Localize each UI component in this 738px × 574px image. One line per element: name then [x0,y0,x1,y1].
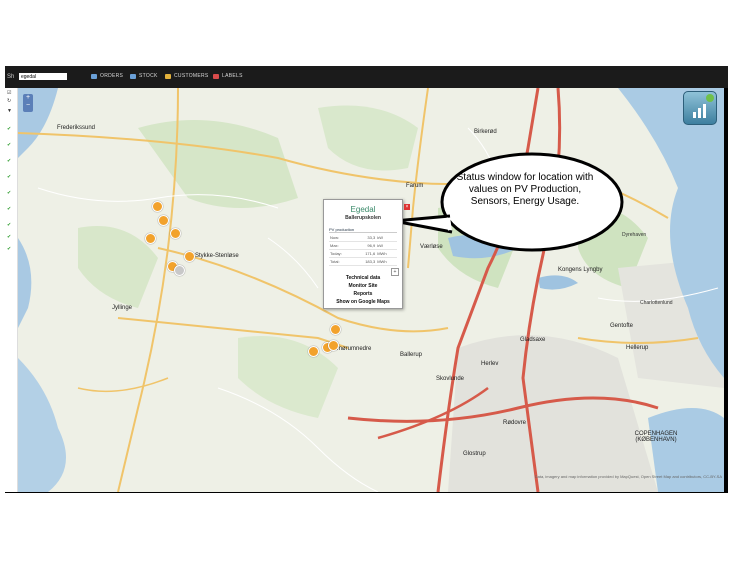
table-row: Today: 171,6 MWh [329,249,397,258]
popup-section-title: PV production [329,227,397,233]
place-label: Hellerup [626,345,649,351]
row-unit: kW [376,234,397,242]
chevron-down-icon[interactable]: ▼ [7,108,12,114]
table-row: Total: 183,3 MWh [329,257,397,266]
place-label: Frederikssund [57,125,96,131]
link-monitor-site[interactable]: Monitor Site [324,283,402,289]
site-marker[interactable] [330,324,341,335]
search-input[interactable] [19,73,67,80]
customers-icon [165,73,171,79]
zoom-out-icon[interactable]: − [23,102,33,110]
refresh-icon[interactable]: ↻ [7,98,11,104]
site-marker[interactable] [158,215,169,226]
site-marker[interactable] [170,228,181,239]
place-label: Charlottenlund [640,300,673,306]
search-label: Sh [7,74,15,80]
place-label: Herlev [481,361,499,367]
close-icon[interactable]: × [404,204,410,210]
row-label: Today: [329,249,355,258]
pv-values-table: Now: 33,3 kW Max: 96,9 kW Today: 171,6 M… [329,234,397,266]
nav-labels-label: LABELS [222,73,243,79]
place-label: Kongens Lyngby [558,267,603,273]
checkbox-icon[interactable]: ☑ [7,90,11,96]
link-technical-data[interactable]: Technical data [324,275,402,281]
site-marker[interactable] [174,265,185,276]
table-row: Max: 96,9 kW [329,241,397,250]
reports-app-icon[interactable] [683,91,717,125]
stock-icon [130,73,136,79]
place-label: Farum [406,183,424,189]
row-value: 96,9 [354,241,377,250]
row-unit: MWh [376,249,397,258]
link-show-on-google-maps[interactable]: Show on Google Maps [324,299,402,305]
place-label: Birkerød [474,129,497,135]
callout-text: Status window for location with values o… [456,172,594,207]
nav-orders[interactable]: ORDERS [91,73,123,79]
row-unit: MWh [376,257,397,266]
nav-stock[interactable]: STOCK [130,73,158,79]
place-label: Stykke-Stenløse [195,253,239,259]
row-value: 171,6 [354,249,377,258]
row-label: Max: [329,241,355,250]
status-dot [706,94,714,102]
place-label: Gentofte [610,323,634,329]
row-label: Total: [329,257,355,266]
place-label: Skovlunde [436,376,465,382]
check-icon: ✔ [7,142,12,148]
link-reports[interactable]: Reports [324,291,402,297]
top-toolbar: Sh ORDERS STOCK CUSTOMERS LABELS [5,66,728,88]
place-label: Glostrup [463,451,486,457]
popup-title: Egedal [350,205,376,214]
nav-customers[interactable]: CUSTOMERS [165,73,209,79]
bar-chart-icon [693,112,696,118]
place-label: Gladsaxe [520,337,546,343]
site-marker[interactable] [308,346,319,357]
check-icon: ✔ [7,158,12,164]
nav-customers-label: CUSTOMERS [174,73,209,79]
map-attribution: Data, imagery and map information provid… [534,474,722,479]
popup-subtitle: Ballerupskolen [345,215,381,221]
place-label: Ballerup [400,352,423,358]
row-label: Now: [329,234,355,242]
check-icon: ✔ [7,206,12,212]
check-icon: ✔ [7,190,12,196]
nav-orders-label: ORDERS [100,73,124,79]
place-label: COPENHAGEN (KØBENHAVN) [634,431,678,443]
place-label: Jyllinge [112,305,133,311]
site-marker[interactable] [145,233,156,244]
zoom-control[interactable]: + − [23,94,33,112]
place-label: Dyrehaven [622,232,647,238]
check-icon: ✔ [7,234,12,240]
place-label: Rødovre [503,420,527,426]
table-row: Now: 33,3 kW [329,234,397,242]
status-popup: × Egedal Ballerupskolen PV production No… [323,199,410,309]
check-icon: ✔ [7,246,12,252]
labels-icon [213,73,219,79]
site-marker[interactable] [328,340,339,351]
check-icon: ✔ [7,126,12,132]
nav-stock-label: STOCK [139,73,158,79]
zoom-in-icon[interactable]: + [23,94,33,102]
place-label: Værløse [420,244,443,250]
row-value: 33,3 [354,234,377,242]
site-list-strip[interactable]: ☑ ↻ ▼ ✔ ✔ ✔ ✔ ✔ ✔ ✔ ✔ ✔ [5,88,18,492]
row-unit: kW [376,241,397,250]
nav-labels[interactable]: LABELS [213,73,243,79]
check-icon: ✔ [7,174,12,180]
orders-icon [91,73,97,79]
check-icon: ✔ [7,222,12,228]
row-value: 183,3 [354,257,377,266]
site-marker[interactable] [152,201,163,212]
site-marker[interactable] [184,251,195,262]
